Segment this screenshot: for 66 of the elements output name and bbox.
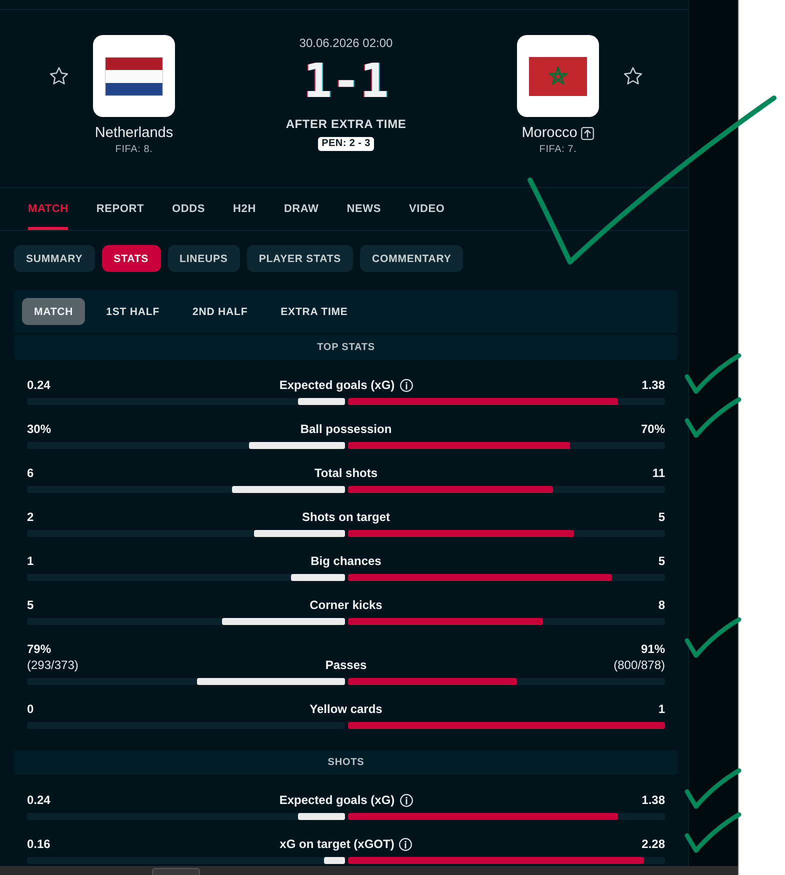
scrollbar-thumb[interactable] [152, 868, 200, 875]
stat-label: Total shots [314, 465, 378, 481]
flag-icon [93, 35, 175, 117]
star-icon[interactable] [50, 67, 68, 84]
tab[interactable]: MATCH [28, 188, 68, 230]
stat-value: 79% [27, 641, 52, 657]
stat-label: Shots on target [302, 509, 390, 525]
stat-value: 5 [27, 597, 34, 613]
stat-value: 2.28 [642, 836, 665, 852]
period-tab[interactable]: 2ND HALF [180, 298, 260, 325]
stat-label: Passes [325, 657, 367, 673]
tab[interactable]: REPORT [96, 188, 144, 230]
subtab[interactable]: LINEUPS [168, 245, 240, 272]
period-tab[interactable]: 1ST HALF [94, 298, 172, 325]
tab[interactable]: NEWS [346, 188, 381, 230]
stat-value: 2 [27, 509, 34, 525]
stat-label: Ball possession [300, 421, 392, 437]
stat-value: 0 [27, 701, 34, 717]
stat-value: 0.24 [27, 377, 50, 393]
stat-label: Corner kicks [310, 597, 382, 613]
tab[interactable]: H2H [233, 188, 256, 230]
team-name: Morocco [522, 124, 578, 142]
stat-value: 70% [640, 421, 665, 437]
flag-icon [517, 35, 599, 117]
stat-detail: (293/373) [27, 657, 78, 673]
stat-detail: (800/878) [614, 657, 665, 673]
subtab[interactable]: COMMENTARY [360, 245, 464, 272]
period-tab[interactable]: EXTRA TIME [268, 298, 360, 325]
tab[interactable]: VIDEO [408, 188, 445, 230]
stat-label: Expected goals (xG) [279, 792, 395, 808]
stat-value: 91% [640, 641, 665, 657]
match-date: 30.06.2026 02:00 [299, 36, 393, 50]
fifa-rank: FIFA: 8. [115, 144, 153, 156]
subtab[interactable]: SUMMARY [14, 245, 95, 272]
stat-value: 8 [658, 597, 665, 613]
stat-value: 0.16 [27, 836, 50, 852]
star-icon[interactable] [624, 67, 642, 84]
info-icon[interactable] [400, 378, 413, 392]
stat-label: xG on target (xGOT) [280, 836, 394, 852]
stat-label: Expected goals (xG) [279, 377, 395, 393]
score: 1-1 [304, 58, 388, 106]
stat-value: 11 [652, 465, 665, 481]
team-name: Netherlands [94, 124, 174, 142]
fifa-rank: FIFA: 7. [539, 144, 577, 156]
period-tab[interactable]: MATCH [22, 298, 86, 325]
stat-value: 5 [658, 509, 665, 525]
stat-value: 1.38 [642, 792, 665, 808]
subtab[interactable]: STATS [102, 245, 161, 272]
stat-label: Big chances [310, 553, 382, 569]
stat-value: 1.38 [642, 377, 665, 393]
penalty-score: PEN: 2 - 3 [318, 137, 374, 151]
section-header: TOP STATS [14, 335, 678, 360]
stat-value: 1 [658, 701, 665, 717]
stat-value: 6 [27, 465, 34, 481]
match-status: AFTER EXTRA TIME [286, 117, 406, 131]
info-icon[interactable] [399, 838, 412, 850]
stat-label: Yellow cards [310, 701, 382, 717]
tab[interactable]: ODDS [172, 188, 206, 230]
section-header: SHOTS [14, 750, 678, 775]
info-icon[interactable] [400, 794, 413, 806]
stat-value: 1 [27, 553, 34, 569]
stat-value: 5 [658, 553, 665, 569]
tab[interactable]: DRAW [284, 188, 319, 230]
stat-value: 30% [27, 421, 52, 437]
subtab[interactable]: PLAYER STATS [246, 245, 354, 272]
stat-value: 0.24 [27, 792, 50, 808]
